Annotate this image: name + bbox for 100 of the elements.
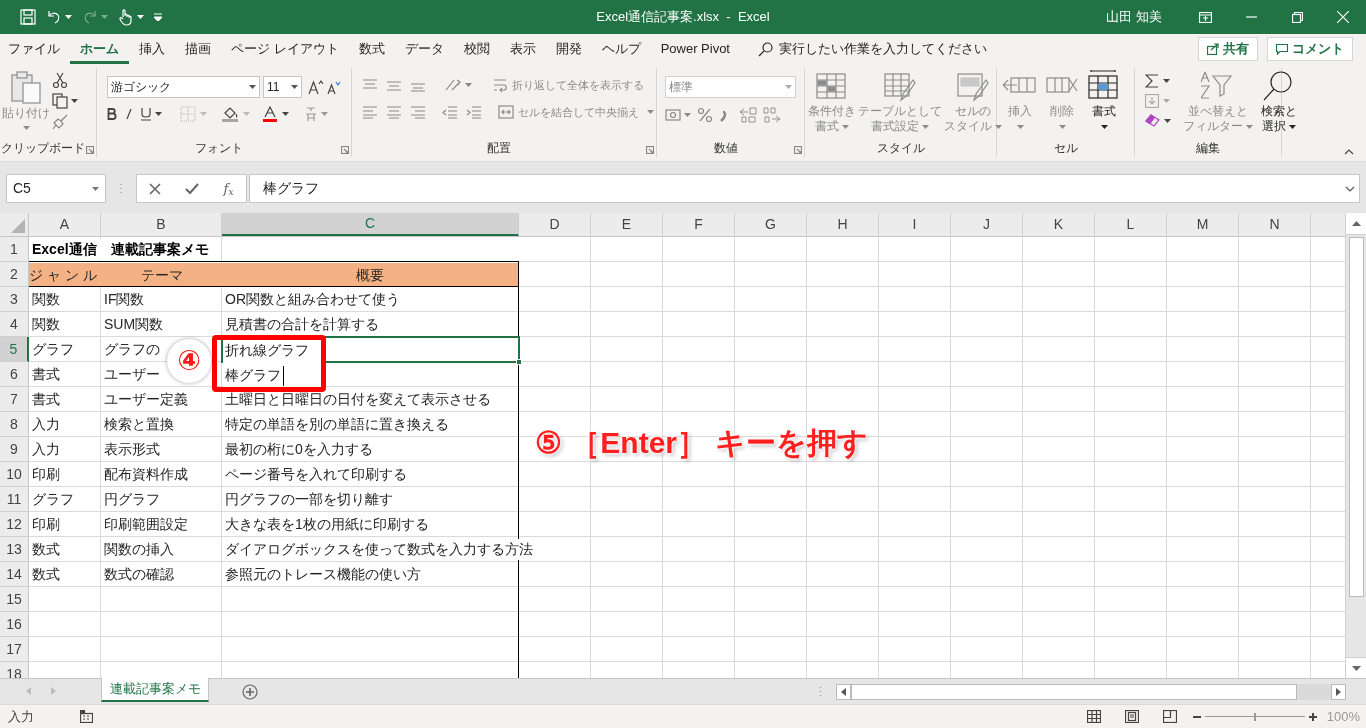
column-header[interactable]: I bbox=[879, 213, 951, 236]
zoom-in-icon[interactable] bbox=[1308, 712, 1317, 721]
caret-icon[interactable] bbox=[71, 99, 78, 103]
column-header[interactable]: J bbox=[951, 213, 1023, 236]
row-header[interactable]: 10 bbox=[0, 462, 29, 487]
fill-down-icon[interactable] bbox=[1145, 94, 1159, 108]
select-all-icon[interactable] bbox=[11, 219, 25, 233]
decrease-decimal-icon[interactable] bbox=[763, 107, 781, 123]
column-header[interactable]: F bbox=[663, 213, 735, 236]
caret-icon[interactable] bbox=[291, 85, 298, 89]
bold-icon[interactable] bbox=[107, 108, 117, 120]
ribbon-tab[interactable]: 開発 bbox=[545, 34, 592, 64]
increase-decimal-icon[interactable] bbox=[739, 107, 757, 123]
new-sheet-icon[interactable] bbox=[242, 684, 258, 700]
caret-icon[interactable] bbox=[155, 112, 162, 116]
column-header[interactable]: H bbox=[807, 213, 879, 236]
font-name-dropdown[interactable]: 游ゴシック bbox=[107, 76, 260, 98]
row-header[interactable]: 12 bbox=[0, 512, 29, 537]
column-header[interactable]: M bbox=[1167, 213, 1239, 236]
page-break-view-icon[interactable] bbox=[1162, 710, 1177, 723]
sheet-tab[interactable]: 連載記事案メモ bbox=[101, 678, 209, 702]
currency-icon[interactable] bbox=[665, 109, 681, 121]
column-header[interactable]: A bbox=[29, 213, 101, 236]
row-header[interactable]: 5 bbox=[0, 337, 29, 362]
dialog-launcher-icon[interactable] bbox=[794, 146, 802, 154]
find-select-button[interactable]: 検索と 選択 bbox=[1258, 70, 1300, 139]
percent-icon[interactable] bbox=[697, 107, 713, 123]
increase-indent-icon[interactable] bbox=[466, 104, 482, 119]
ribbon-tab[interactable]: ページ レイアウト bbox=[221, 34, 349, 64]
row-header[interactable]: 14 bbox=[0, 562, 29, 587]
vertical-scrollbar[interactable] bbox=[1345, 213, 1366, 678]
ribbon-tab[interactable]: 数式 bbox=[348, 34, 395, 64]
increase-font-size-icon[interactable] bbox=[308, 79, 324, 95]
row-header[interactable]: 8 bbox=[0, 412, 29, 437]
row-header[interactable]: 18 bbox=[0, 662, 29, 678]
orientation-icon[interactable] bbox=[444, 78, 462, 93]
ribbon-tab[interactable]: ファイル bbox=[0, 34, 70, 64]
tell-me-search-field[interactable]: 実行したい作業を入力してください bbox=[758, 34, 987, 64]
row-header[interactable]: 13 bbox=[0, 537, 29, 562]
eraser-icon[interactable] bbox=[1145, 114, 1160, 127]
ribbon-tab[interactable]: Power Pivot bbox=[650, 34, 740, 64]
dialog-launcher-icon[interactable] bbox=[646, 146, 654, 154]
number-format-dropdown[interactable]: 標準 bbox=[665, 76, 796, 98]
zoom-slider[interactable] bbox=[1204, 710, 1305, 723]
row-header[interactable]: 6 bbox=[0, 362, 29, 387]
share-button[interactable]: 共有 bbox=[1198, 37, 1258, 61]
right-align-icon[interactable] bbox=[410, 104, 426, 119]
row-header[interactable]: 11 bbox=[0, 487, 29, 512]
ribbon-tab[interactable]: ヘルプ bbox=[591, 34, 651, 64]
enter-icon[interactable] bbox=[185, 182, 200, 195]
macro-recording-icon[interactable] bbox=[80, 710, 93, 723]
zoom-slider-thumb[interactable] bbox=[1253, 712, 1256, 721]
scroll-right-icon[interactable] bbox=[1336, 688, 1341, 696]
column-header[interactable]: L bbox=[1095, 213, 1167, 236]
comment-button[interactable]: コメント bbox=[1267, 37, 1353, 61]
row-header[interactable]: 17 bbox=[0, 637, 29, 662]
caret-icon[interactable] bbox=[1289, 124, 1296, 129]
row-header[interactable]: 2 bbox=[0, 262, 29, 287]
format-painter-icon[interactable] bbox=[52, 114, 68, 130]
column-header[interactable]: N bbox=[1239, 213, 1311, 236]
ribbon-tab[interactable]: 描画 bbox=[175, 34, 221, 64]
collapse-ribbon-icon[interactable] bbox=[1344, 149, 1354, 155]
column-header[interactable]: D bbox=[519, 213, 591, 236]
save-icon[interactable] bbox=[20, 9, 36, 25]
fill-handle[interactable] bbox=[516, 359, 522, 365]
caret-icon[interactable] bbox=[137, 15, 144, 19]
row-header[interactable]: 7 bbox=[0, 387, 29, 412]
ribbon-tab[interactable]: 校閲 bbox=[453, 34, 500, 64]
decrease-font-size-icon[interactable] bbox=[327, 79, 341, 95]
row-header[interactable]: 16 bbox=[0, 612, 29, 637]
caret-icon[interactable] bbox=[1164, 118, 1171, 123]
customize-toolbar-icon[interactable] bbox=[154, 13, 162, 21]
font-color-icon[interactable] bbox=[262, 106, 278, 122]
caret-icon[interactable] bbox=[65, 15, 72, 19]
column-header[interactable]: K bbox=[1023, 213, 1095, 236]
page-layout-view-icon[interactable] bbox=[1124, 710, 1139, 723]
user-name[interactable]: 山田 知美 bbox=[1106, 7, 1162, 27]
center-align-icon[interactable] bbox=[386, 104, 402, 119]
dialog-launcher-icon[interactable] bbox=[341, 146, 349, 154]
format-button[interactable]: 書式 bbox=[1084, 70, 1124, 139]
scroll-up-icon[interactable] bbox=[1351, 221, 1361, 226]
scroll-left-icon[interactable] bbox=[841, 688, 846, 696]
dialog-launcher-icon[interactable] bbox=[86, 146, 94, 154]
normal-view-icon[interactable] bbox=[1086, 710, 1101, 723]
row-header[interactable]: 1 bbox=[0, 237, 29, 262]
insert-function-button[interactable]: f$_{x}$ bbox=[223, 178, 234, 199]
middle-align-icon[interactable] bbox=[386, 78, 402, 93]
row-header[interactable]: 3 bbox=[0, 287, 29, 312]
column-header[interactable]: C bbox=[222, 213, 519, 236]
phonetic-guide-icon[interactable] bbox=[305, 106, 317, 122]
italic-icon[interactable] bbox=[125, 108, 133, 120]
left-align-icon[interactable] bbox=[362, 104, 378, 119]
row-header[interactable]: 15 bbox=[0, 587, 29, 612]
cut-icon[interactable] bbox=[52, 72, 68, 88]
caret-icon[interactable] bbox=[249, 85, 256, 89]
font-size-dropdown[interactable]: 11 bbox=[263, 76, 302, 98]
caret-icon[interactable] bbox=[1163, 79, 1170, 83]
underline-icon[interactable] bbox=[141, 107, 151, 121]
name-box[interactable]: C5 bbox=[6, 174, 106, 203]
scrollbar-thumb[interactable] bbox=[1348, 237, 1364, 597]
